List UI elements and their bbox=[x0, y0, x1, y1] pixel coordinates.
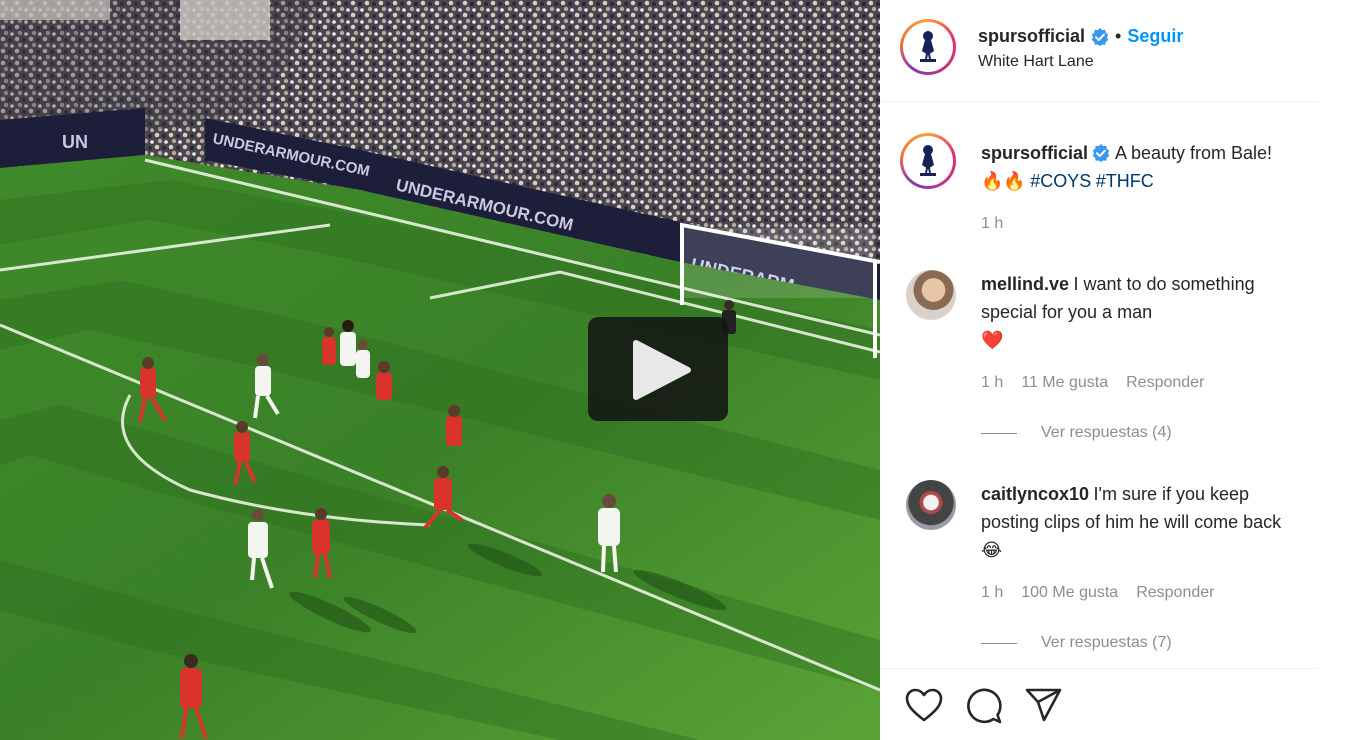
header-divider bbox=[880, 101, 1318, 102]
page-edge bbox=[1318, 0, 1352, 740]
caption-username[interactable]: spursofficial bbox=[981, 143, 1088, 163]
post-video[interactable]: UNDERARMOUR.COM UNDERARMOUR.COM UNDERARM… bbox=[0, 0, 880, 740]
hashtag-coys[interactable]: #COYS bbox=[1030, 171, 1091, 191]
comment-likes[interactable]: 11 Me gusta bbox=[1021, 374, 1108, 392]
replies-line bbox=[981, 642, 1017, 644]
follow-button[interactable]: Seguir bbox=[1127, 26, 1183, 47]
caption-text: A beauty from Bale! bbox=[1114, 143, 1273, 163]
header-separator: • bbox=[1115, 26, 1122, 46]
heart-emoji: ❤️ bbox=[981, 330, 1004, 350]
view-replies-label: Ver respuestas (7) bbox=[1041, 634, 1172, 651]
commenter-avatar[interactable] bbox=[906, 480, 956, 530]
play-button[interactable] bbox=[588, 317, 728, 421]
caption-timestamp[interactable]: 1 h bbox=[981, 215, 1003, 233]
post-side-panel bbox=[880, 0, 1318, 740]
commenter-avatar[interactable] bbox=[906, 270, 956, 320]
comment-username[interactable]: mellind.ve bbox=[981, 274, 1069, 294]
comment-meta: 1 h 100 Me gusta Responder bbox=[981, 584, 1214, 602]
play-icon bbox=[633, 340, 691, 400]
comment-item: caitlyncox10 I'm sure if you keep postin… bbox=[981, 481, 1301, 565]
replies-line bbox=[981, 432, 1017, 434]
caption-author-avatar[interactable] bbox=[900, 133, 956, 189]
author-username[interactable]: spursofficial bbox=[978, 26, 1085, 47]
comment-likes[interactable]: 100 Me gusta bbox=[1021, 584, 1118, 602]
heart-icon bbox=[905, 688, 943, 722]
view-replies-label: Ver respuestas (4) bbox=[1041, 424, 1172, 441]
spurs-cockerel-logo-icon bbox=[920, 31, 936, 62]
like-button[interactable] bbox=[904, 686, 944, 726]
comment-timestamp[interactable]: 1 h bbox=[981, 374, 1003, 392]
verified-badge-icon bbox=[1091, 27, 1109, 46]
comment-username[interactable]: caitlyncox10 bbox=[981, 484, 1089, 504]
view-replies-button[interactable]: Ver respuestas (4) bbox=[981, 424, 1172, 442]
post-caption: spursofficial A beauty from Bale! 🔥🔥 #CO… bbox=[981, 140, 1316, 196]
hashtag-thfc[interactable]: #THFC bbox=[1096, 171, 1154, 191]
comment-button[interactable] bbox=[964, 686, 1004, 726]
post-location[interactable]: White Hart Lane bbox=[978, 53, 1183, 71]
comment-item: mellind.ve I want to do something specia… bbox=[981, 271, 1301, 355]
view-replies-button[interactable]: Ver respuestas (7) bbox=[981, 634, 1172, 652]
comment-timestamp[interactable]: 1 h bbox=[981, 584, 1003, 602]
football-match-scene: UNDERARMOUR.COM UNDERARMOUR.COM UNDERARM… bbox=[0, 0, 880, 740]
fire-emoji: 🔥🔥 bbox=[981, 171, 1026, 191]
post-header: spursofficial • Seguir White Hart Lane bbox=[978, 26, 1183, 71]
spurs-cockerel-logo-icon bbox=[920, 145, 936, 176]
reply-button[interactable]: Responder bbox=[1136, 584, 1214, 602]
verified-badge-icon bbox=[1093, 144, 1110, 162]
reply-button[interactable]: Responder bbox=[1126, 374, 1204, 392]
share-button[interactable] bbox=[1024, 686, 1064, 726]
actions-divider bbox=[880, 668, 1318, 669]
comment-icon bbox=[967, 688, 1002, 724]
comment-meta: 1 h 11 Me gusta Responder bbox=[981, 374, 1204, 392]
svg-text:UN: UN bbox=[62, 132, 88, 152]
laughing-emoji: 😂 bbox=[981, 540, 1003, 560]
share-icon bbox=[1025, 688, 1062, 722]
author-avatar[interactable] bbox=[900, 19, 956, 75]
